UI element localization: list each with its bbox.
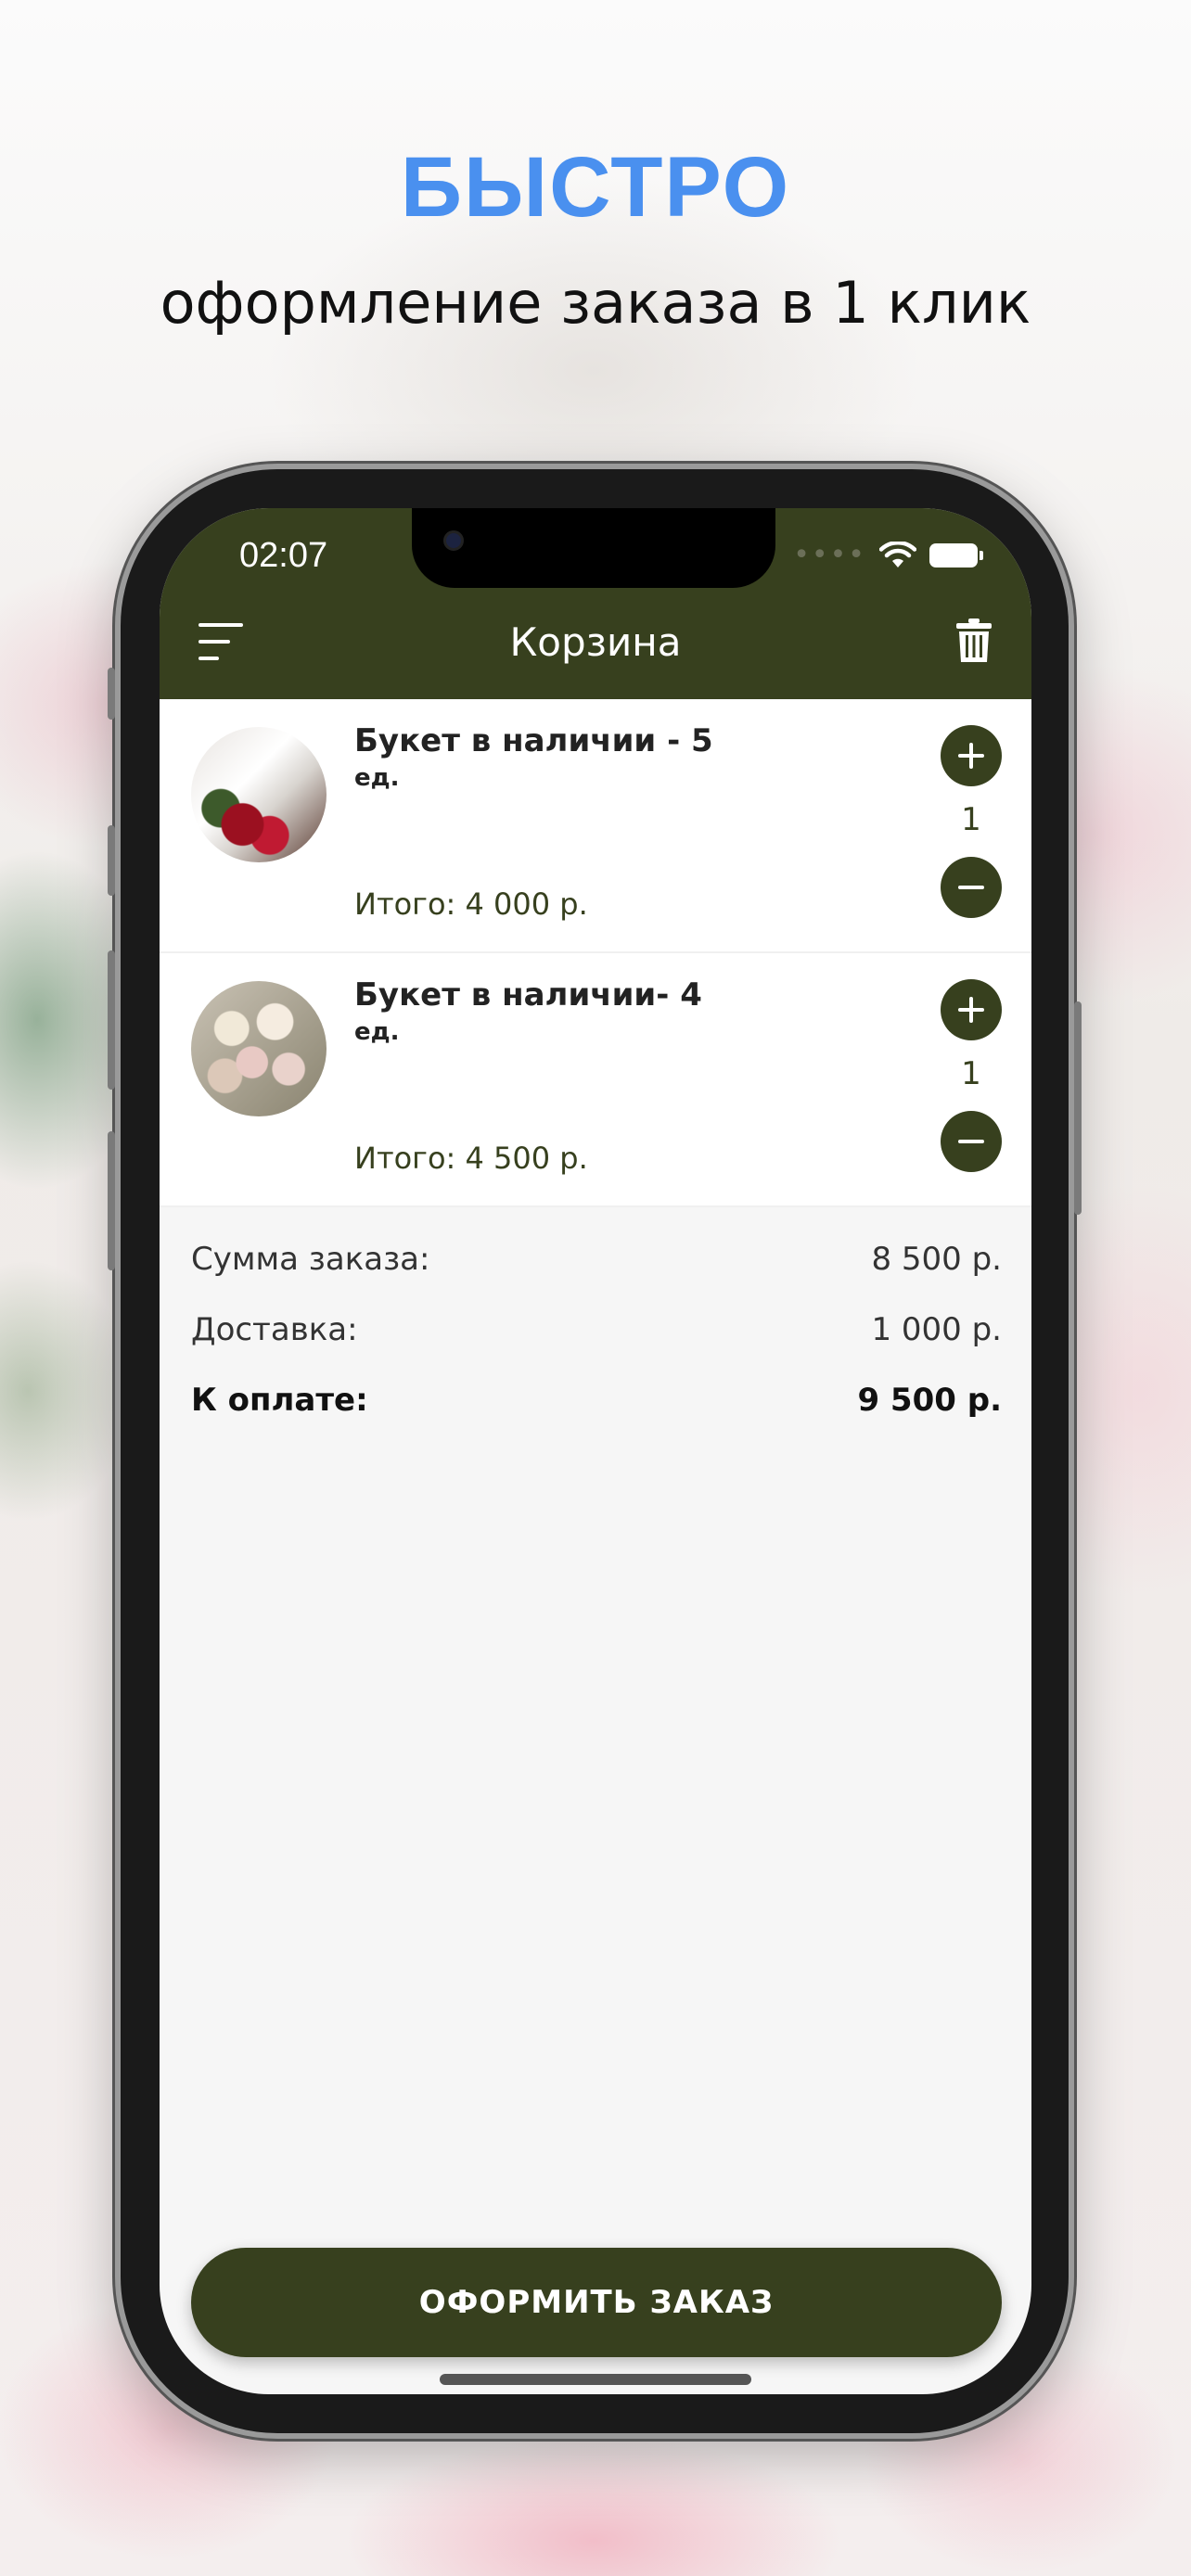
quantity-value: 1 xyxy=(961,801,981,838)
minus-icon xyxy=(958,886,984,889)
product-name: Букет в наличии- 4 xyxy=(354,976,702,1014)
increase-quantity-button[interactable] xyxy=(941,725,1002,786)
subtotal-label: Сумма заказа: xyxy=(191,1241,430,1278)
product-image xyxy=(191,727,327,862)
product-image xyxy=(191,981,327,1116)
phone-power-button xyxy=(1074,1001,1082,1215)
home-indicator[interactable] xyxy=(440,2374,751,2385)
quantity-value: 1 xyxy=(961,1055,981,1092)
phone-volume-down xyxy=(108,950,115,1090)
delivery-row: Доставка: 1 000 р. xyxy=(191,1311,1002,1382)
delivery-label: Доставка: xyxy=(191,1311,358,1348)
signal-icon: •••• xyxy=(793,539,866,571)
battery-icon xyxy=(929,543,983,567)
product-name: Букет в наличии - 5 xyxy=(354,722,713,759)
wifi-icon xyxy=(879,542,916,567)
page-title: Корзина xyxy=(509,619,682,665)
camera-icon xyxy=(443,530,464,551)
checkout-button[interactable]: ОФОРМИТЬ ЗАКАЗ xyxy=(191,2248,1002,2357)
total-value: 9 500 р. xyxy=(857,1382,1002,1419)
product-total: Итого: 4 000 р. xyxy=(354,886,588,922)
product-unit: ед. xyxy=(354,764,400,792)
decrease-quantity-button[interactable] xyxy=(941,857,1002,918)
minus-icon xyxy=(958,1140,984,1143)
subtotal-value: 8 500 р. xyxy=(871,1241,1002,1278)
phone-volume-up xyxy=(108,825,115,896)
total-row: К оплате: 9 500 р. xyxy=(191,1382,1002,1452)
product-total: Итого: 4 500 р. xyxy=(354,1141,588,1176)
phone-notch xyxy=(412,508,775,588)
decrease-quantity-button[interactable] xyxy=(941,1111,1002,1172)
phone-side-button xyxy=(108,668,115,720)
order-summary: Сумма заказа: 8 500 р. Доставка: 1 000 р… xyxy=(191,1241,1002,1452)
subtotal-row: Сумма заказа: 8 500 р. xyxy=(191,1241,1002,1311)
delivery-value: 1 000 р. xyxy=(871,1311,1002,1348)
cart-list: Букет в наличии - 5 ед. Итого: 4 000 р. … xyxy=(160,699,1031,1207)
promo-headline: БЫСТРО xyxy=(400,140,791,235)
product-unit: ед. xyxy=(354,1018,400,1046)
increase-quantity-button[interactable] xyxy=(941,979,1002,1040)
app-header: 02:07 •••• Корзина xyxy=(160,508,1031,699)
status-time: 02:07 xyxy=(239,536,328,575)
cart-item[interactable]: Букет в наличии - 5 ед. Итого: 4 000 р. … xyxy=(160,699,1031,953)
status-icons: •••• xyxy=(793,539,983,571)
trash-icon[interactable] xyxy=(955,618,992,664)
total-label: К оплате: xyxy=(191,1382,368,1419)
cart-item[interactable]: Букет в наличии- 4 ед. Итого: 4 500 р. 1 xyxy=(160,953,1031,1207)
promo-subline: оформление заказа в 1 клик xyxy=(160,269,1031,337)
app-screen: 02:07 •••• Корзина Букет в наличии - 5 е… xyxy=(160,508,1031,2394)
phone-volume-down-2 xyxy=(108,1131,115,1270)
